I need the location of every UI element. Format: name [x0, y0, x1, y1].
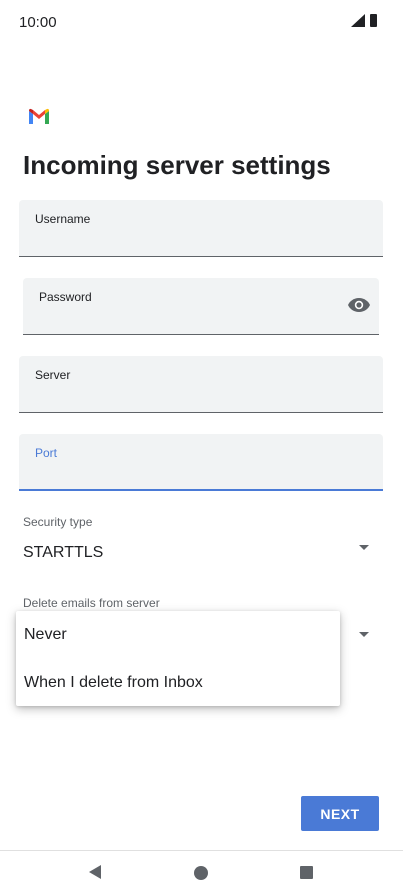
security-type-label: Security type	[23, 515, 93, 529]
gmail-logo-icon	[29, 108, 49, 124]
next-button[interactable]: NEXT	[301, 796, 379, 831]
menu-item-never[interactable]: Never	[24, 626, 67, 644]
page-title: Incoming server settings	[23, 150, 331, 180]
caret-down-icon	[359, 545, 369, 550]
port-input[interactable]	[35, 466, 327, 484]
recent-apps-icon[interactable]	[300, 866, 313, 879]
battery-icon	[370, 14, 377, 27]
back-icon[interactable]	[89, 865, 101, 879]
security-type-value: STARTTLS	[23, 544, 104, 561]
server-input[interactable]	[35, 388, 327, 406]
password-label: Password	[39, 290, 92, 304]
password-field[interactable]: Password	[23, 278, 379, 335]
home-icon[interactable]	[194, 866, 208, 880]
eye-icon[interactable]	[348, 298, 370, 312]
server-label: Server	[35, 368, 71, 382]
menu-item-when-delete-from-inbox[interactable]: When I delete from Inbox	[24, 674, 203, 692]
password-input[interactable]	[39, 310, 324, 328]
port-field[interactable]: Port	[19, 434, 383, 491]
delete-emails-dropdown-menu: Never When I delete from Inbox	[16, 611, 340, 706]
username-input[interactable]	[35, 232, 327, 250]
username-label: Username	[35, 212, 91, 226]
status-icons	[351, 14, 377, 27]
navigation-bar	[0, 850, 403, 896]
security-type-select[interactable]: STARTTLS	[19, 535, 383, 567]
status-time: 10:00	[19, 14, 57, 31]
port-label: Port	[35, 446, 58, 460]
signal-icon	[351, 14, 365, 27]
delete-emails-label: Delete emails from server	[23, 596, 160, 610]
username-field[interactable]: Username	[19, 200, 383, 257]
caret-down-icon[interactable]	[359, 632, 369, 637]
server-field[interactable]: Server	[19, 356, 383, 413]
status-bar: 10:00	[0, 0, 403, 48]
